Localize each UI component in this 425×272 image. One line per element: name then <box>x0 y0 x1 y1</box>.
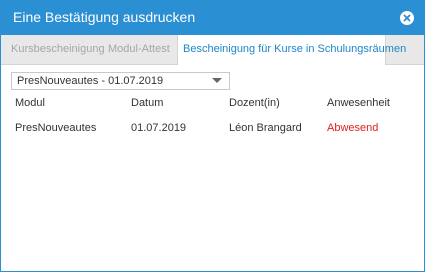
cell-datum: 01.07.2019 <box>131 122 187 134</box>
column-header-anwesenheit: Anwesenheit <box>327 97 390 109</box>
dialog-title: Eine Bestätigung ausdrucken <box>13 9 196 25</box>
cell-anwesenheit-status: Abwesend <box>327 122 379 134</box>
print-confirmation-dialog: Eine Bestätigung ausdrucken Kursbeschein… <box>0 0 425 272</box>
column-header-modul: Modul <box>15 97 45 109</box>
cell-dozent: Léon Brangard <box>229 122 302 134</box>
tab-bar: Kursbescheinigung Modul-Attest Bescheini… <box>1 35 424 65</box>
tab-bescheinigung-schulungsraeume[interactable]: Bescheinigung für Kurse in Schulungsräum… <box>177 35 406 65</box>
tab-kursbescheinigung[interactable]: Kursbescheinigung <box>6 35 105 64</box>
session-select-value: PresNouveautes - 01.07.2019 <box>17 75 164 87</box>
close-button[interactable] <box>400 11 414 25</box>
tab-modul-attest[interactable]: Modul-Attest <box>103 35 175 64</box>
session-select[interactable]: PresNouveautes - 01.07.2019 <box>11 72 230 90</box>
cell-modul: PresNouveautes <box>15 122 97 134</box>
dialog-titlebar: Eine Bestätigung ausdrucken <box>1 1 424 35</box>
column-header-dozent: Dozent(in) <box>229 97 280 109</box>
column-header-datum: Datum <box>131 97 164 109</box>
close-icon <box>403 14 411 22</box>
chevron-down-icon <box>212 78 222 83</box>
